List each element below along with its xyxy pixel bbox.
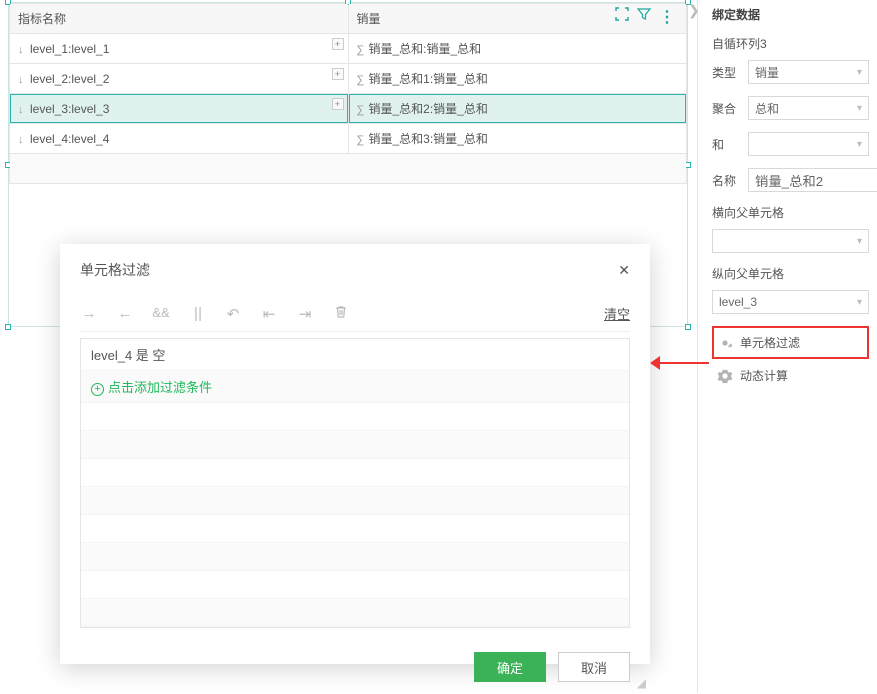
- expand-cell-icon[interactable]: +: [332, 38, 344, 50]
- expand-cell-icon[interactable]: +: [332, 98, 344, 110]
- grid-toolbar: ⋮: [615, 7, 675, 27]
- sum-icon: ∑: [357, 44, 367, 56]
- type-label: 类型: [712, 64, 740, 81]
- blank-area: [10, 154, 687, 184]
- and-icon[interactable]: &&: [152, 305, 170, 323]
- resize-handle[interactable]: [5, 324, 11, 330]
- collapse-panel-icon[interactable]: ❯: [688, 2, 700, 19]
- add-condition-row[interactable]: +点击添加过滤条件: [81, 371, 629, 403]
- cell-dim: level_3:level_3: [30, 102, 109, 116]
- col-header-dimension[interactable]: 指标名称: [10, 4, 349, 34]
- annotation-arrow-head: [650, 356, 660, 370]
- sort-desc-icon: ↓: [18, 74, 28, 86]
- sum-icon: ∑: [357, 74, 367, 86]
- dialog-title: 单元格过滤: [80, 260, 150, 280]
- cell-val: 销量_总和1:销量_总和: [369, 72, 488, 86]
- agg-select[interactable]: 总和▾: [748, 96, 869, 120]
- cell-val: 销量_总和3:销量_总和: [369, 132, 488, 146]
- plus-circle-icon: +: [91, 383, 104, 396]
- indent-icon[interactable]: ⇥: [296, 305, 314, 323]
- sort-desc-icon: ↓: [18, 134, 28, 146]
- empty-row: [81, 543, 629, 571]
- close-icon[interactable]: ✕: [618, 262, 630, 279]
- gear-icon: [718, 369, 732, 383]
- or-icon[interactable]: | |: [188, 305, 206, 323]
- empty-row: [81, 515, 629, 543]
- type-select[interactable]: 销量▾: [748, 60, 869, 84]
- chevron-down-icon: ▾: [857, 139, 862, 150]
- empty-row: [81, 599, 629, 627]
- arrow-right-icon[interactable]: →: [80, 305, 98, 323]
- cell-filter-dialog: 单元格过滤 ✕ → ← && | | ↶ ⇤ ⇥ 清空 level_4 是 空 …: [60, 244, 650, 664]
- chevron-down-icon: ▾: [857, 67, 862, 78]
- resize-grip-icon[interactable]: ◢: [637, 676, 646, 690]
- filter-list: level_4 是 空 +点击添加过滤条件: [80, 338, 630, 628]
- chevron-down-icon: ▾: [857, 297, 862, 308]
- empty-row: [81, 431, 629, 459]
- cell-dim: level_4:level_4: [30, 132, 109, 146]
- cell-filter-option[interactable]: 单元格过滤: [712, 326, 869, 359]
- dynamic-calc-option[interactable]: 动态计算: [712, 359, 869, 392]
- chevron-down-icon: ▾: [857, 236, 862, 247]
- vparent-label: 纵向父单元格: [712, 265, 869, 282]
- cell-filter-label: 单元格过滤: [740, 334, 800, 351]
- arrow-left-icon[interactable]: ←: [116, 305, 134, 323]
- filter-icon[interactable]: [637, 7, 651, 21]
- sort-desc-icon: ↓: [18, 44, 28, 56]
- table-row[interactable]: ↓level_1:level_1 + ∑销量_总和:销量_总和: [10, 34, 687, 64]
- more-icon[interactable]: ⋮: [659, 7, 675, 27]
- name-input[interactable]: [748, 168, 877, 192]
- filter-condition-row[interactable]: level_4 是 空: [81, 339, 629, 371]
- vparent-select[interactable]: level_3▾: [712, 290, 869, 314]
- hparent-select[interactable]: ▾: [712, 229, 869, 253]
- delete-icon[interactable]: [332, 305, 350, 323]
- expand-cell-icon[interactable]: +: [332, 68, 344, 80]
- sum-icon: ∑: [357, 134, 367, 146]
- empty-row: [81, 403, 629, 431]
- clear-button[interactable]: 清空: [604, 304, 630, 323]
- sum-icon: ∑: [357, 104, 367, 116]
- chevron-down-icon: ▾: [857, 103, 862, 114]
- empty-row: [81, 459, 629, 487]
- empty-row: [81, 571, 629, 599]
- and-select[interactable]: ▾: [748, 132, 869, 156]
- loop-column-label: 自循环列3: [712, 35, 869, 52]
- cancel-button[interactable]: 取消: [558, 652, 630, 682]
- and-label: 和: [712, 136, 740, 153]
- sort-desc-icon: ↓: [18, 104, 28, 116]
- cell-val: 销量_总和:销量_总和: [369, 42, 482, 56]
- undo-icon[interactable]: ↶: [224, 305, 242, 323]
- dynamic-calc-label: 动态计算: [740, 367, 788, 384]
- cell-val: 销量_总和2:销量_总和: [369, 102, 488, 116]
- hparent-label: 横向父单元格: [712, 204, 869, 221]
- table-row[interactable]: ↓level_2:level_2 + ∑销量_总和1:销量_总和: [10, 64, 687, 94]
- panel-title: 绑定数据: [712, 6, 869, 23]
- report-grid: 指标名称 销量 ↓level_1:level_1+ ∑销量_总和:销量_总和 ↓…: [9, 3, 687, 184]
- binding-panel: ❯ 绑定数据 自循环列3 类型 销量▾ 聚合 总和▾ 和 ▾ 名称 横向父单元格…: [697, 0, 877, 693]
- resize-handle[interactable]: [685, 324, 691, 330]
- name-label: 名称: [712, 172, 740, 189]
- empty-row: [81, 487, 629, 515]
- table-row-selected[interactable]: ↓level_3:level_3 + ∑销量_总和2:销量_总和: [10, 94, 687, 124]
- expand-icon[interactable]: [615, 7, 629, 21]
- table-row[interactable]: ↓level_4:level_4 ∑销量_总和3:销量_总和: [10, 124, 687, 154]
- cell-dim: level_1:level_1: [30, 42, 109, 56]
- outdent-icon[interactable]: ⇤: [260, 305, 278, 323]
- agg-label: 聚合: [712, 100, 740, 117]
- gear-icon: [718, 336, 732, 350]
- annotation-arrow: [657, 362, 709, 364]
- cell-dim: level_2:level_2: [30, 72, 109, 86]
- ok-button[interactable]: 确定: [474, 652, 546, 682]
